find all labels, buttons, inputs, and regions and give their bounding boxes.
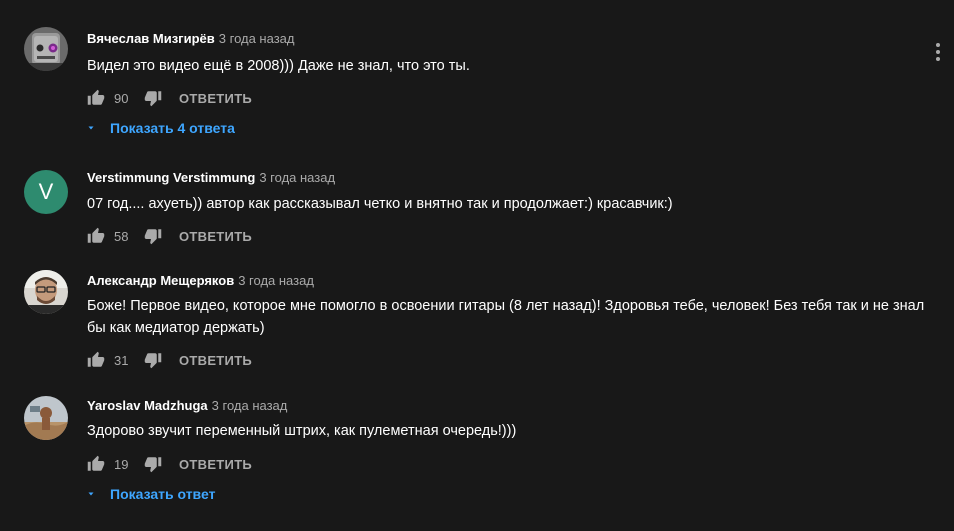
dislike-button[interactable]	[144, 351, 162, 369]
comment-text: 07 год.... ахуеть)) автор как рассказыва…	[87, 196, 673, 212]
avatar[interactable]: V	[24, 170, 68, 214]
dislike-button[interactable]	[144, 227, 162, 245]
comment-time[interactable]: 3 года назад	[219, 31, 295, 46]
like-count: 31	[114, 352, 129, 368]
author-name[interactable]: Verstimmung Verstimmung	[87, 170, 255, 185]
thumb-down-icon	[144, 91, 162, 107]
author-name[interactable]: Александр Мещеряков	[87, 273, 234, 288]
caret-down-icon	[84, 487, 98, 501]
thumb-up-icon	[87, 89, 105, 105]
comment-header: Вячеслав Мизгирёв 3 года назад	[87, 30, 294, 48]
like-button[interactable]	[87, 89, 105, 107]
comment-time[interactable]: 3 года назад	[259, 170, 335, 185]
dislike-button[interactable]	[144, 89, 162, 107]
comment-actions: 58 ОТВЕТИТЬ	[87, 224, 252, 248]
show-replies-label: Показать 4 ответа	[110, 120, 235, 136]
like-count: 19	[114, 456, 129, 472]
show-replies-button[interactable]: Показать 4 ответа	[84, 120, 235, 136]
comment-actions: 31 ОТВЕТИТЬ	[87, 348, 252, 372]
avatar[interactable]	[24, 396, 68, 440]
more-vert-icon	[936, 43, 940, 61]
comment-header: Yaroslav Madzhuga 3 года назад	[87, 397, 287, 415]
caret-down-icon	[84, 121, 98, 135]
comment-header: Verstimmung Verstimmung 3 года назад	[87, 169, 335, 187]
comment-text: Видел это видео ещё в 2008))) Даже не зн…	[87, 58, 470, 74]
comment-text: Здорово звучит переменный штрих, как пул…	[87, 423, 517, 439]
like-count: 90	[114, 90, 129, 106]
avatar[interactable]	[24, 27, 68, 71]
comment-header: Александр Мещеряков 3 года назад	[87, 272, 314, 290]
avatar[interactable]	[24, 270, 68, 314]
comments-section: Вячеслав Мизгирёв 3 года назад Видел это …	[0, 0, 954, 531]
comment-actions: 90 ОТВЕТИТЬ	[87, 86, 252, 110]
author-name[interactable]: Yaroslav Madzhuga	[87, 398, 208, 413]
thumb-up-icon	[87, 455, 105, 471]
reply-button[interactable]: ОТВЕТИТЬ	[179, 457, 252, 472]
like-button[interactable]	[87, 227, 105, 245]
comment-time[interactable]: 3 года назад	[212, 398, 288, 413]
thumb-up-icon	[87, 227, 105, 243]
show-replies-label: Показать ответ	[110, 486, 216, 502]
thumb-down-icon	[144, 229, 162, 245]
dislike-button[interactable]	[144, 455, 162, 473]
thumb-down-icon	[144, 457, 162, 473]
thumb-up-icon	[87, 351, 105, 367]
avatar-letter: V	[38, 179, 54, 204]
comment-text: Боже! Первое видео, которое мне помогло …	[87, 298, 925, 336]
show-replies-button[interactable]: Показать ответ	[84, 486, 215, 502]
reply-button[interactable]: ОТВЕТИТЬ	[179, 353, 252, 368]
comment-actions: 19 ОТВЕТИТЬ	[87, 452, 252, 476]
comment-menu-button[interactable]	[926, 40, 950, 64]
thumb-down-icon	[144, 353, 162, 369]
comment-time[interactable]: 3 года назад	[238, 273, 314, 288]
like-button[interactable]	[87, 351, 105, 369]
like-button[interactable]	[87, 455, 105, 473]
reply-button[interactable]: ОТВЕТИТЬ	[179, 229, 252, 244]
author-name[interactable]: Вячеслав Мизгирёв	[87, 31, 215, 46]
reply-button[interactable]: ОТВЕТИТЬ	[179, 91, 252, 106]
like-count: 58	[114, 228, 129, 244]
